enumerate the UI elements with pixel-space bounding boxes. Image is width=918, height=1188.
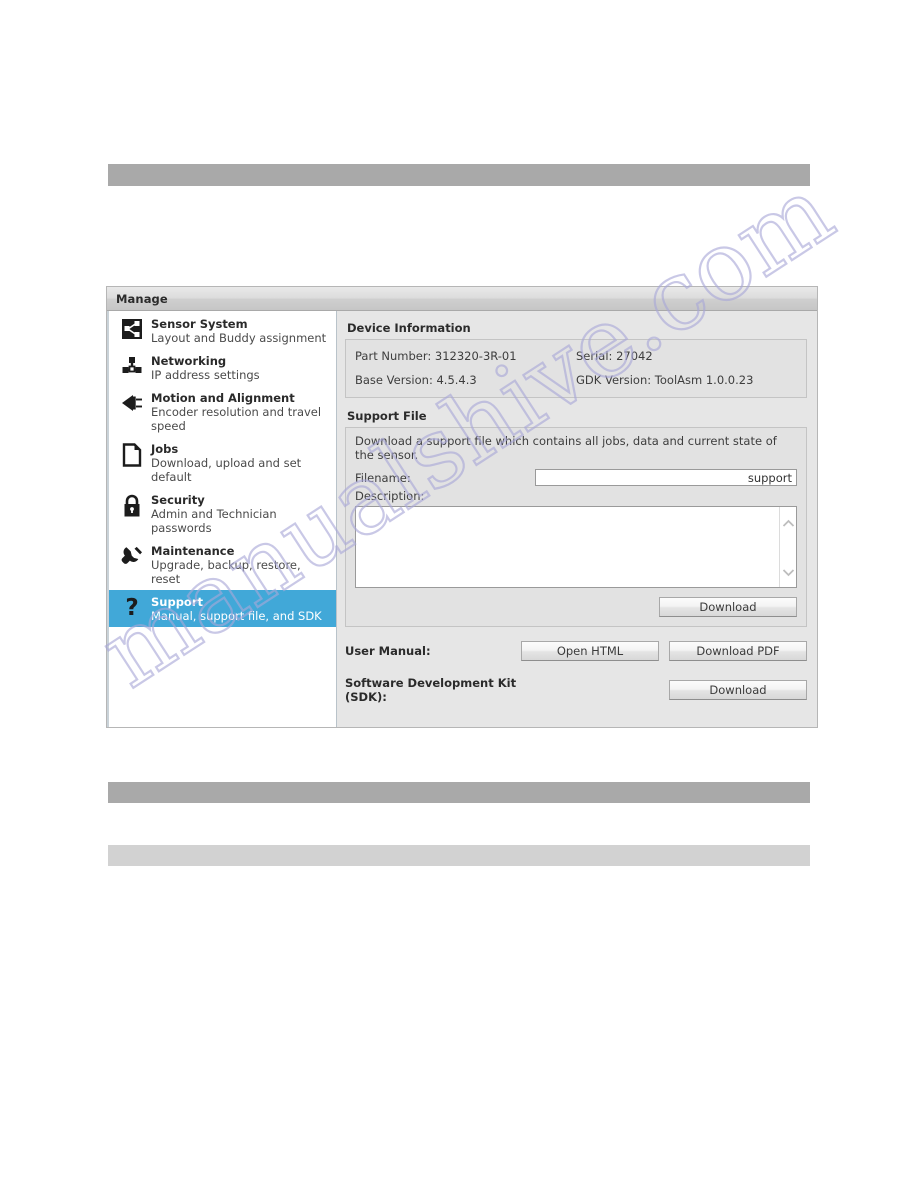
sidebar-item-jobs[interactable]: Jobs Download, upload and set default (109, 437, 336, 488)
device-information-box: Part Number: 312320-3R-01 Serial: 27042 … (345, 339, 807, 398)
sidebar-item-title: Maintenance (151, 544, 235, 558)
wrench-icon (117, 543, 147, 567)
sidebar-item-security[interactable]: Security Admin and Technician passwords (109, 488, 336, 539)
download-pdf-button[interactable]: Download PDF (669, 641, 807, 661)
svg-text:?: ? (125, 596, 138, 620)
window-title: Manage (116, 291, 168, 306)
filename-label: Filename: (355, 470, 411, 485)
sidebar-item-title: Motion and Alignment (151, 391, 295, 405)
description-label: Description: (355, 489, 425, 503)
user-manual-label: User Manual: (345, 644, 431, 658)
sidebar-item-subtitle: Manual, support file, and SDK (151, 609, 322, 623)
chevron-down-icon[interactable] (782, 562, 795, 581)
sidebar-item-text: Sensor System Layout and Buddy assignmen… (147, 316, 326, 345)
serial-label: Serial: (576, 349, 613, 363)
description-scrollbar[interactable] (779, 507, 796, 587)
support-file-button-row: Download (355, 597, 797, 617)
question-mark-icon: ? (117, 594, 147, 620)
sidebar-item-support[interactable]: ? Support Manual, support file, and SDK (109, 590, 336, 627)
filename-row: Filename: (355, 469, 797, 486)
sidebar-item-title: Support (151, 595, 204, 609)
sidebar-item-maintenance[interactable]: Maintenance Upgrade, backup, restore, re… (109, 539, 336, 590)
sdk-row: Software Development Kit (SDK): Download (345, 676, 807, 704)
sidebar-item-text: Jobs Download, upload and set default (147, 441, 330, 484)
share-nodes-icon (117, 316, 147, 340)
support-panel: Device Information Part Number: 312320-3… (337, 311, 817, 727)
sidebar-item-motion-and-alignment[interactable]: Motion and Alignment Encoder resolution … (109, 386, 336, 437)
support-file-heading: Support File (347, 409, 427, 423)
part-number-label: Part Number: (355, 349, 432, 363)
document-page-icon (117, 441, 147, 467)
sidebar-item-subtitle: Download, upload and set default (151, 456, 302, 484)
window-body: Sensor System Layout and Buddy assignmen… (107, 311, 817, 727)
sidebar-item-title: Sensor System (151, 317, 248, 331)
manage-window: Manage Sensor System Layout and Buddy as… (106, 286, 818, 728)
base-version-value: 4.5.4.3 (436, 373, 477, 387)
chevron-up-icon[interactable] (782, 513, 795, 532)
sidebar-item-sensor-system[interactable]: Sensor System Layout and Buddy assignmen… (109, 312, 336, 349)
settings-sidebar: Sensor System Layout and Buddy assignmen… (107, 311, 337, 727)
support-file-box: Download a support file which contains a… (345, 427, 807, 627)
download-support-file-button[interactable]: Download (659, 597, 797, 617)
open-html-button[interactable]: Open HTML (521, 641, 659, 661)
base-version-label: Base Version: (355, 373, 433, 387)
user-manual-row: User Manual: Open HTML Download PDF (345, 641, 807, 661)
sidebar-item-text: Support Manual, support file, and SDK (147, 594, 322, 623)
sidebar-item-text: Motion and Alignment Encoder resolution … (147, 390, 330, 433)
filename-input[interactable] (535, 469, 797, 486)
part-number-value: 312320-3R-01 (434, 349, 517, 363)
redacted-text-bar-middle (108, 782, 810, 803)
serial-field: Serial: 27042 (576, 349, 797, 363)
gdk-version-value: ToolAsm 1.0.0.23 (654, 373, 754, 387)
window-titlebar: Manage (107, 287, 817, 311)
resources-section: User Manual: Open HTML Download PDF Soft… (345, 641, 807, 704)
base-version-field: Base Version: 4.5.4.3 (355, 373, 576, 387)
description-label-row: Description: (355, 489, 797, 503)
sidebar-item-networking[interactable]: Networking IP address settings (109, 349, 336, 386)
download-sdk-button[interactable]: Download (669, 680, 807, 700)
description-textarea[interactable] (355, 506, 797, 588)
sdk-label: Software Development Kit (SDK): (345, 676, 517, 704)
sidebar-item-title: Security (151, 493, 205, 507)
device-information-heading: Device Information (347, 321, 471, 335)
sidebar-item-subtitle: Encoder resolution and travel speed (151, 405, 322, 433)
gdk-version-field: GDK Version: ToolAsm 1.0.0.23 (576, 373, 797, 387)
sidebar-item-subtitle: Layout and Buddy assignment (151, 331, 327, 345)
motion-arrow-icon (117, 390, 147, 414)
sidebar-item-subtitle: Upgrade, backup, restore, reset (151, 558, 301, 586)
sidebar-item-title: Networking (151, 354, 227, 368)
sidebar-item-text: Networking IP address settings (147, 353, 260, 382)
gdk-version-label: GDK Version: (576, 373, 652, 387)
part-number-field: Part Number: 312320-3R-01 (355, 349, 576, 363)
redacted-text-bar-bottom (108, 845, 810, 866)
support-file-description-text: Download a support file which contains a… (355, 434, 777, 462)
sidebar-item-title: Jobs (151, 442, 179, 456)
sidebar-item-text: Security Admin and Technician passwords (147, 492, 330, 535)
redacted-text-bar-top (108, 164, 810, 186)
padlock-icon (117, 492, 147, 518)
network-tee-icon (117, 353, 147, 377)
sidebar-item-subtitle: Admin and Technician passwords (151, 507, 277, 535)
serial-value: 27042 (616, 349, 653, 363)
sidebar-item-subtitle: IP address settings (151, 368, 260, 382)
sidebar-item-text: Maintenance Upgrade, backup, restore, re… (147, 543, 330, 586)
